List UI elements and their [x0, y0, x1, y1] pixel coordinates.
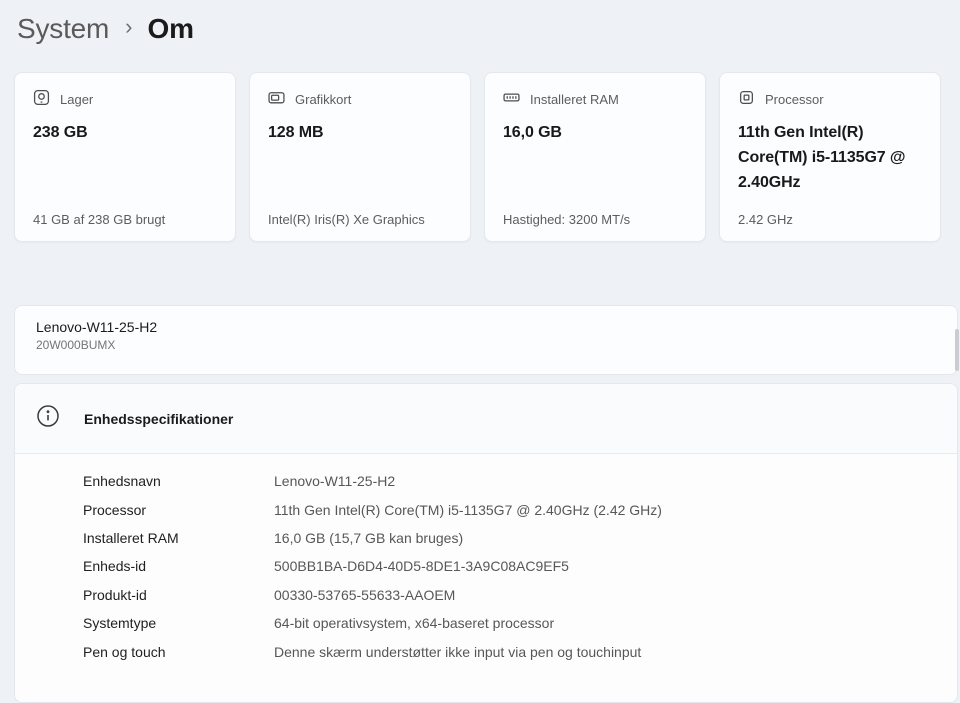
- chevron-right-icon: ›: [125, 14, 132, 44]
- spec-label: Processor: [83, 502, 274, 518]
- spec-row-installed-ram: Installeret RAM 16,0 GB (15,7 GB kan bru…: [83, 524, 957, 552]
- processor-card[interactable]: Processor 11th Gen Intel(R) Core(TM) i5-…: [719, 72, 941, 242]
- device-specs-header[interactable]: Enhedsspecifikationer: [15, 384, 957, 454]
- spec-row-device-name: Enhedsnavn Lenovo-W11-25-H2: [83, 467, 957, 495]
- cpu-icon: [738, 89, 755, 109]
- graphics-card[interactable]: Grafikkort 128 MB Intel(R) Iris(R) Xe Gr…: [249, 72, 471, 242]
- graphics-card-label: Grafikkort: [295, 92, 351, 107]
- gpu-icon: [268, 89, 285, 109]
- processor-card-header: Processor: [738, 89, 922, 109]
- spec-label: Systemtype: [83, 615, 274, 631]
- ram-card[interactable]: Installeret RAM 16,0 GB Hastighed: 3200 …: [484, 72, 706, 242]
- device-specs-card: Enhedsspecifikationer Enhedsnavn Lenovo-…: [14, 383, 958, 703]
- processor-card-label: Processor: [765, 92, 824, 107]
- ram-card-detail: Hastighed: 3200 MT/s: [503, 212, 693, 227]
- ram-card-value: 16,0 GB: [503, 121, 687, 146]
- spec-label: Installeret RAM: [83, 530, 274, 546]
- device-name-card: Lenovo-W11-25-H2 20W000BUMX: [14, 305, 958, 375]
- spec-row-processor: Processor 11th Gen Intel(R) Core(TM) i5-…: [83, 495, 957, 523]
- ram-card-label: Installeret RAM: [530, 92, 619, 107]
- graphics-card-value: 128 MB: [268, 121, 452, 146]
- storage-card[interactable]: Lager 238 GB 41 GB af 238 GB brugt: [14, 72, 236, 242]
- breadcrumb: System › Om: [17, 13, 194, 45]
- spec-label: Enhedsnavn: [83, 473, 274, 489]
- vertical-scrollbar[interactable]: [955, 329, 959, 371]
- spec-value: 500BB1BA-D6D4-40D5-8DE1-3A9C08AC9EF5: [274, 558, 957, 574]
- spec-row-device-id: Enheds-id 500BB1BA-D6D4-40D5-8DE1-3A9C08…: [83, 552, 957, 580]
- device-name: Lenovo-W11-25-H2: [36, 319, 936, 335]
- device-specs-title: Enhedsspecifikationer: [84, 411, 233, 427]
- summary-cards-row: Lager 238 GB 41 GB af 238 GB brugt Grafi…: [14, 72, 941, 242]
- spec-value: 64-bit operativsystem, x64-baseret proce…: [274, 615, 957, 631]
- device-specs-table: Enhedsnavn Lenovo-W11-25-H2 Processor 11…: [15, 454, 957, 666]
- spec-label: Produkt-id: [83, 587, 274, 603]
- spec-label: Pen og touch: [83, 644, 274, 660]
- ram-icon: [503, 89, 520, 109]
- info-icon: [36, 404, 60, 433]
- storage-card-value: 238 GB: [33, 121, 217, 146]
- storage-card-detail: 41 GB af 238 GB brugt: [33, 212, 223, 227]
- spec-label: Enheds-id: [83, 558, 274, 574]
- processor-card-value: 11th Gen Intel(R) Core(TM) i5-1135G7 @ 2…: [738, 121, 922, 195]
- storage-card-header: Lager: [33, 89, 217, 109]
- spec-row-pen-touch: Pen og touch Denne skærm understøtter ik…: [83, 637, 957, 665]
- breadcrumb-system[interactable]: System: [17, 13, 109, 45]
- spec-value: 16,0 GB (15,7 GB kan bruges): [274, 530, 957, 546]
- spec-value: 00330-53765-55633-AAOEM: [274, 587, 957, 603]
- device-model: 20W000BUMX: [36, 338, 936, 352]
- storage-icon: [33, 89, 50, 109]
- storage-card-label: Lager: [60, 92, 93, 107]
- spec-row-system-type: Systemtype 64-bit operativsystem, x64-ba…: [83, 609, 957, 637]
- ram-card-header: Installeret RAM: [503, 89, 687, 109]
- spec-value: Denne skærm understøtter ikke input via …: [274, 644, 957, 660]
- graphics-card-detail: Intel(R) Iris(R) Xe Graphics: [268, 212, 458, 227]
- graphics-card-header: Grafikkort: [268, 89, 452, 109]
- page-title: Om: [147, 13, 193, 45]
- spec-row-product-id: Produkt-id 00330-53765-55633-AAOEM: [83, 581, 957, 609]
- spec-value: 11th Gen Intel(R) Core(TM) i5-1135G7 @ 2…: [274, 502, 957, 518]
- processor-card-detail: 2.42 GHz: [738, 212, 928, 227]
- spec-value: Lenovo-W11-25-H2: [274, 473, 957, 489]
